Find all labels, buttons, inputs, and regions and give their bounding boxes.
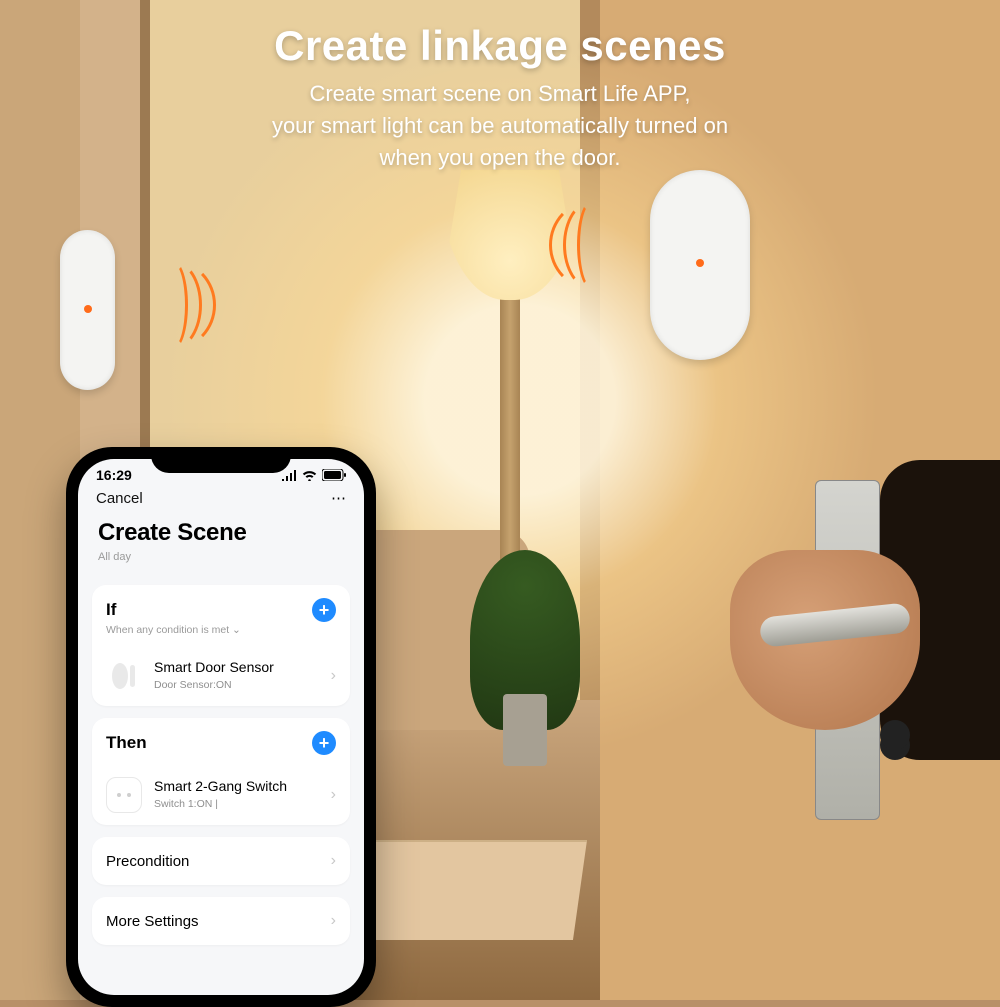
condition-row[interactable]: Smart Door Sensor Door Sensor:ON › <box>92 646 350 706</box>
more-settings-row[interactable]: More Settings › <box>92 897 350 945</box>
battery-icon <box>322 469 346 481</box>
add-action-button[interactable]: + <box>312 731 336 755</box>
marketing-headline: Create linkage scenes <box>0 22 1000 70</box>
precondition-row[interactable]: Precondition › <box>92 837 350 885</box>
cancel-button[interactable]: Cancel <box>96 490 143 507</box>
chevron-right-icon: › <box>331 912 336 930</box>
then-section-card: Then + Smart 2-Gang Switch Switch 1:ON |… <box>92 718 350 825</box>
then-title: Then <box>106 733 147 753</box>
chevron-right-icon: › <box>331 852 336 870</box>
phone-mockup: 16:29 Cancel ⋯ Create Scene All day If +… <box>66 447 376 1007</box>
if-section-card: If + When any condition is met ⌄ Smart D… <box>92 585 350 706</box>
wifi-icon <box>302 470 317 481</box>
plant <box>470 550 580 730</box>
door-keyhole <box>880 720 910 750</box>
chevron-right-icon: › <box>331 667 336 685</box>
more-settings-label: More Settings <box>106 913 199 930</box>
nav-dots-icon[interactable]: ⋯ <box>331 489 346 507</box>
phone-notch <box>151 447 291 473</box>
if-subnote[interactable]: When any condition is met ⌄ <box>92 624 350 646</box>
condition-status: Door Sensor:ON <box>154 679 232 691</box>
condition-name: Smart Door Sensor <box>154 659 274 675</box>
screen-subtitle: All day <box>98 551 344 563</box>
action-row[interactable]: Smart 2-Gang Switch Switch 1:ON | › <box>92 765 350 825</box>
phone-screen: 16:29 Cancel ⋯ Create Scene All day If +… <box>78 459 364 995</box>
marketing-subhead: Create smart scene on Smart Life APP,you… <box>0 78 1000 174</box>
door-sensor-magnet <box>60 230 115 390</box>
signal-waves-icon <box>130 260 220 350</box>
lamp-shade <box>440 170 580 300</box>
add-condition-button[interactable]: + <box>312 598 336 622</box>
precondition-label: Precondition <box>106 853 189 870</box>
signal-icon <box>281 470 297 481</box>
nav-row: Cancel ⋯ <box>78 485 364 517</box>
action-status: Switch 1:ON | <box>154 798 218 810</box>
screen-title: Create Scene <box>98 519 344 547</box>
chevron-right-icon: › <box>331 786 336 804</box>
if-title: If <box>106 600 116 620</box>
switch-icon <box>106 777 142 813</box>
action-name: Smart 2-Gang Switch <box>154 778 287 794</box>
door-sensor-icon <box>106 658 142 694</box>
door-sensor-main <box>650 170 750 360</box>
status-time: 16:29 <box>96 467 132 483</box>
